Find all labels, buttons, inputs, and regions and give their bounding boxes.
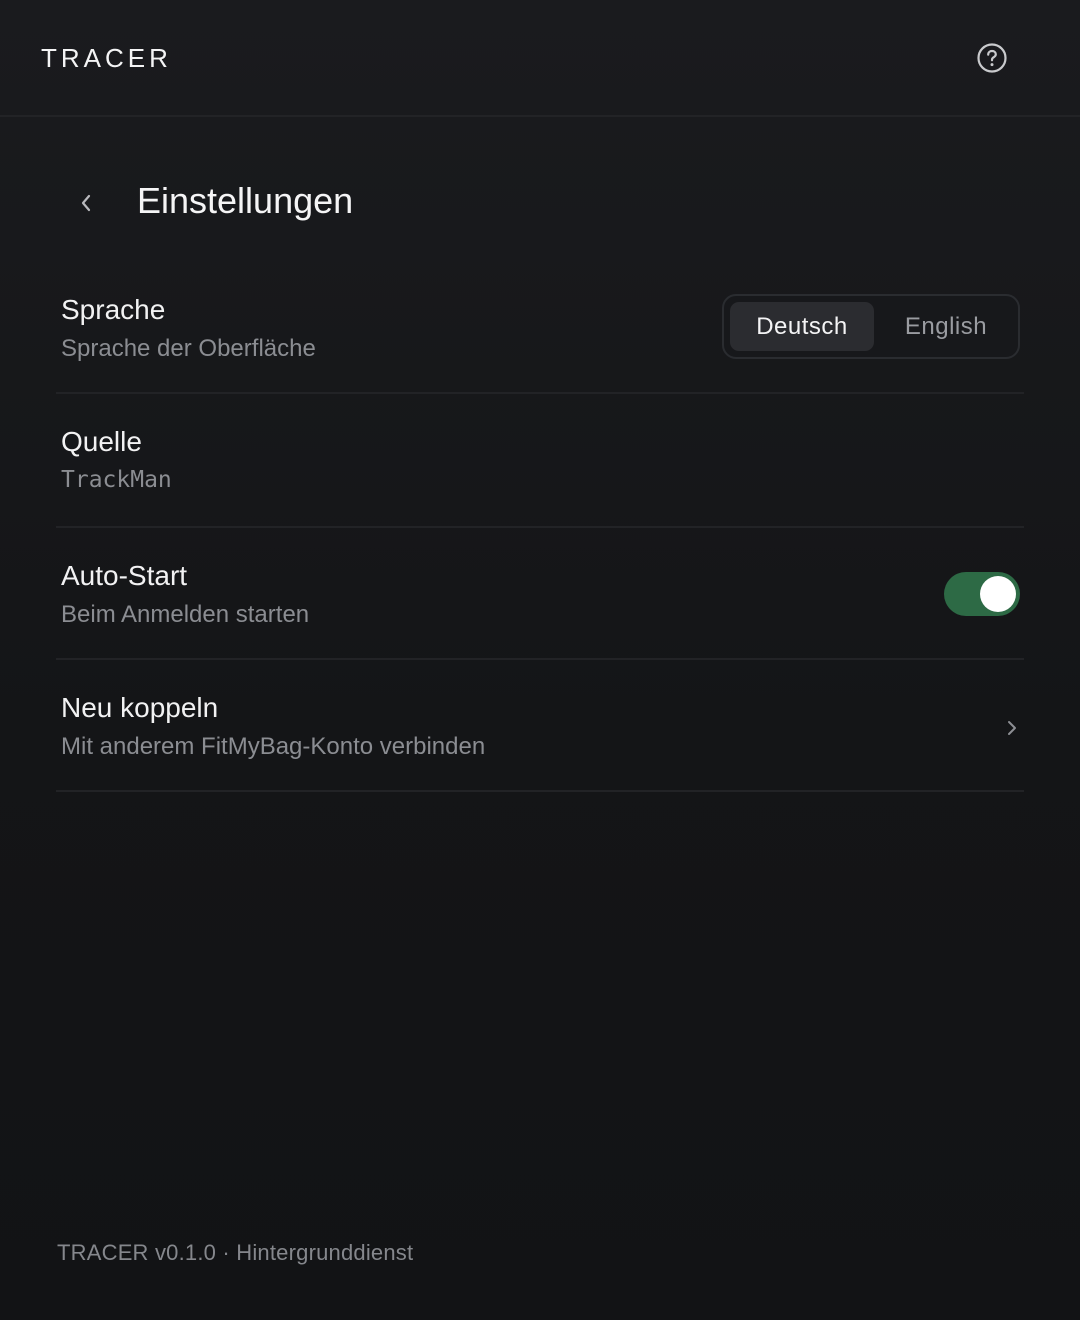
chevron-left-icon (81, 194, 91, 212)
autostart-toggle[interactable] (944, 572, 1020, 616)
language-label: Sprache (61, 294, 166, 325)
top-bar: TRACER (0, 0, 1080, 117)
repair-description: Mit anderem FitMyBag-Konto verbinden (61, 733, 486, 760)
app-brand: TRACER (41, 43, 172, 73)
back-button[interactable] (70, 186, 104, 220)
language-description: Sprache der Oberfläche (61, 335, 316, 362)
source-value: TrackMan (61, 467, 172, 493)
setting-row-language: Sprache Sprache der Oberfläche Deutsch E… (56, 260, 1024, 394)
source-label: Quelle (61, 426, 142, 457)
setting-row-repair[interactable]: Neu koppeln Mit anderem FitMyBag-Konto v… (56, 660, 1024, 792)
help-button[interactable] (976, 42, 1008, 74)
settings-list: Sprache Sprache der Oberfläche Deutsch E… (56, 260, 1024, 792)
settings-header: Einstellungen (0, 160, 1080, 244)
autostart-label: Auto-Start (61, 560, 188, 591)
language-option-english[interactable]: English (876, 302, 1016, 351)
autostart-description: Beim Anmelden starten (61, 601, 310, 628)
toggle-knob (980, 576, 1016, 612)
language-segmented-control: Deutsch English (722, 294, 1020, 359)
page-title: Einstellungen (137, 180, 354, 221)
footer-version: TRACER v0.1.0 · Hintergrunddienst (57, 1240, 414, 1265)
language-option-deutsch[interactable]: Deutsch (730, 302, 874, 351)
help-circle-icon (977, 43, 1007, 73)
chevron-right-icon (1008, 721, 1016, 735)
repair-label: Neu koppeln (61, 692, 219, 723)
setting-row-autostart: Auto-Start Beim Anmelden starten (56, 528, 1024, 660)
setting-row-source: Quelle TrackMan (56, 394, 1024, 528)
